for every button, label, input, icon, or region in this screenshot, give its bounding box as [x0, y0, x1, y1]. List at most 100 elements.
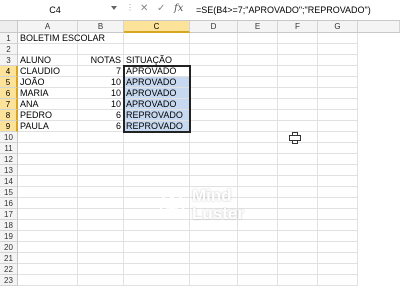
- cell-f9[interactable]: [278, 121, 318, 132]
- name-box[interactable]: C4: [0, 3, 110, 17]
- cell-e8[interactable]: [238, 110, 278, 121]
- cell-a19[interactable]: [18, 231, 78, 242]
- cell-b7[interactable]: 10: [78, 99, 124, 110]
- cell-b19[interactable]: [78, 231, 124, 242]
- cell-a18[interactable]: [18, 220, 78, 231]
- row-header-14[interactable]: 14: [0, 176, 18, 187]
- cell-b21[interactable]: [78, 253, 124, 264]
- cell-e9[interactable]: [238, 121, 278, 132]
- cell-e10[interactable]: [238, 132, 278, 143]
- row-header-12[interactable]: 12: [0, 154, 18, 165]
- cell-f12[interactable]: [278, 154, 318, 165]
- cell-g14[interactable]: [318, 176, 358, 187]
- row-header-1[interactable]: 1: [0, 33, 18, 44]
- cell-f7[interactable]: [278, 99, 318, 110]
- cell-c23[interactable]: [124, 275, 190, 286]
- row-header-6[interactable]: 6: [0, 88, 18, 99]
- cell-c13[interactable]: [124, 165, 190, 176]
- cell-c1[interactable]: [124, 33, 190, 44]
- cell-b16[interactable]: [78, 198, 124, 209]
- cell-f1[interactable]: [278, 33, 318, 44]
- cell-f21[interactable]: [278, 253, 318, 264]
- insert-function-icon[interactable]: fx: [174, 2, 183, 16]
- cell-d22[interactable]: [190, 264, 238, 275]
- cell-e4[interactable]: [238, 66, 278, 77]
- cell-f14[interactable]: [278, 176, 318, 187]
- cell-a6[interactable]: MARIA: [18, 88, 78, 99]
- cell-d21[interactable]: [190, 253, 238, 264]
- cell-c12[interactable]: [124, 154, 190, 165]
- cell-e22[interactable]: [238, 264, 278, 275]
- cell-a2[interactable]: [18, 44, 78, 55]
- select-all-corner[interactable]: [0, 21, 18, 33]
- cell-d13[interactable]: [190, 165, 238, 176]
- row-header-13[interactable]: 13: [0, 165, 18, 176]
- cell-b18[interactable]: [78, 220, 124, 231]
- cell-e6[interactable]: [238, 88, 278, 99]
- row-header-2[interactable]: 2: [0, 44, 18, 55]
- cell-f20[interactable]: [278, 242, 318, 253]
- cell-d19[interactable]: [190, 231, 238, 242]
- cell-e3[interactable]: [238, 55, 278, 66]
- cell-e12[interactable]: [238, 154, 278, 165]
- cell-f18[interactable]: [278, 220, 318, 231]
- cell-a3[interactable]: ALUNO: [18, 55, 78, 66]
- cell-f4[interactable]: [278, 66, 318, 77]
- cell-d5[interactable]: [190, 77, 238, 88]
- cell-b20[interactable]: [78, 242, 124, 253]
- cell-a5[interactable]: JOÃO: [18, 77, 78, 88]
- formula-input[interactable]: =SE(B4>=7;"APROVADO";"REPROVADO"): [196, 3, 371, 17]
- cell-g5[interactable]: [318, 77, 358, 88]
- cell-d20[interactable]: [190, 242, 238, 253]
- row-header-9[interactable]: 9: [0, 121, 18, 132]
- cell-d11[interactable]: [190, 143, 238, 154]
- cell-g21[interactable]: [318, 253, 358, 264]
- cell-b14[interactable]: [78, 176, 124, 187]
- cell-g18[interactable]: [318, 220, 358, 231]
- cell-c6[interactable]: APROVADO: [124, 88, 190, 99]
- cell-g2[interactable]: [318, 44, 358, 55]
- cell-e20[interactable]: [238, 242, 278, 253]
- row-header-20[interactable]: 20: [0, 242, 18, 253]
- column-header-g[interactable]: G: [318, 21, 358, 33]
- cell-g8[interactable]: [318, 110, 358, 121]
- cell-e2[interactable]: [238, 44, 278, 55]
- name-box-dropdown-icon[interactable]: [111, 6, 117, 10]
- cell-a14[interactable]: [18, 176, 78, 187]
- cell-a1[interactable]: BOLETIM ESCOLAR: [18, 33, 105, 44]
- cell-g6[interactable]: [318, 88, 358, 99]
- cell-g11[interactable]: [318, 143, 358, 154]
- row-header-10[interactable]: 10: [0, 132, 18, 143]
- cell-g1[interactable]: [318, 33, 358, 44]
- cell-a21[interactable]: [18, 253, 78, 264]
- cell-a16[interactable]: [18, 198, 78, 209]
- cell-d7[interactable]: [190, 99, 238, 110]
- cell-c11[interactable]: [124, 143, 190, 154]
- cell-c8[interactable]: REPROVADO: [124, 110, 190, 121]
- cell-c14[interactable]: [124, 176, 190, 187]
- cell-a20[interactable]: [18, 242, 78, 253]
- row-header-11[interactable]: 11: [0, 143, 18, 154]
- column-header-d[interactable]: D: [190, 21, 238, 33]
- cell-e5[interactable]: [238, 77, 278, 88]
- cell-c22[interactable]: [124, 264, 190, 275]
- cell-b10[interactable]: [78, 132, 124, 143]
- row-header-22[interactable]: 22: [0, 264, 18, 275]
- cell-c9[interactable]: REPROVADO: [124, 121, 190, 132]
- cell-f5[interactable]: [278, 77, 318, 88]
- cell-c2[interactable]: [124, 44, 190, 55]
- column-header-e[interactable]: E: [238, 21, 278, 33]
- row-header-3[interactable]: 3: [0, 55, 18, 66]
- cell-d10[interactable]: [190, 132, 238, 143]
- row-header-21[interactable]: 21: [0, 253, 18, 264]
- cell-b4[interactable]: 7: [78, 66, 124, 77]
- formula-bar-resize-handle[interactable]: ⋮: [126, 3, 134, 12]
- cell-c7[interactable]: APROVADO: [124, 99, 190, 110]
- cell-e14[interactable]: [238, 176, 278, 187]
- cell-g22[interactable]: [318, 264, 358, 275]
- cell-d3[interactable]: [190, 55, 238, 66]
- row-header-23[interactable]: 23: [0, 275, 18, 286]
- cell-g10[interactable]: [318, 132, 358, 143]
- cell-f16[interactable]: [278, 198, 318, 209]
- cell-b23[interactable]: [78, 275, 124, 286]
